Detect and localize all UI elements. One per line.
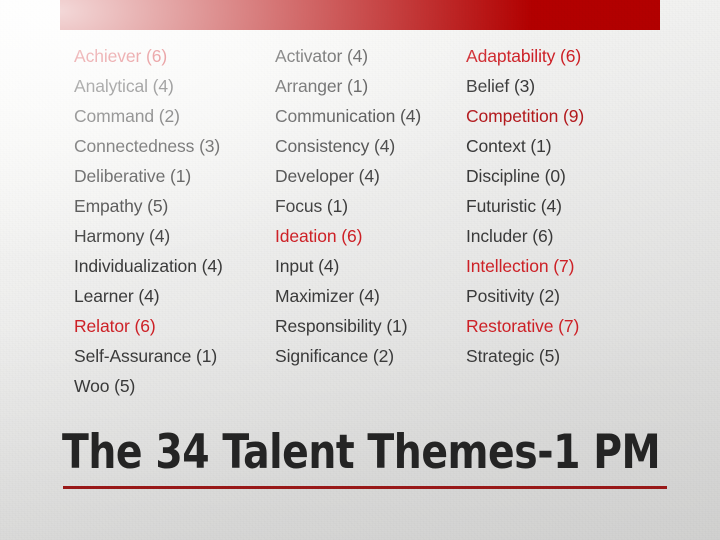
talent-theme-item: Positivity (2) — [466, 286, 560, 306]
talent-theme-item: Maximizer (4) — [275, 286, 380, 306]
talent-theme-item: Intellection (7) — [466, 256, 575, 276]
talent-theme-item: Analytical (4) — [74, 76, 174, 96]
talent-theme-item: Achiever (6) — [74, 46, 168, 66]
talent-theme-column-1: Achiever (6) Analytical (4) Command (2) Con… — [74, 41, 274, 401]
talent-theme-item: Command (2) — [74, 106, 180, 126]
talent-theme-item: Individualization (4) — [74, 256, 223, 276]
talent-theme-item: Context (1) — [466, 136, 552, 156]
talent-theme-item: Discipline (0) — [466, 166, 566, 186]
talent-theme-item: Activator (4) — [275, 46, 369, 66]
talent-theme-item: Input (4) — [275, 256, 340, 276]
talent-theme-item: Adaptability (6) — [466, 46, 582, 66]
talent-theme-item: Communication (4) — [275, 106, 422, 126]
talent-theme-item: Focus (1) — [275, 196, 349, 216]
talent-theme-item: Strategic (5) — [466, 346, 561, 366]
talent-theme-item: Restorative (7) — [466, 316, 580, 336]
talent-theme-item: Futuristic (4) — [466, 196, 562, 216]
slide: Achiever (6) Analytical (4) Command (2) Con… — [0, 0, 720, 540]
slide-title-wrap: The 34 Talent Themes-1 PM — [62, 424, 668, 482]
talent-theme-item: Deliberative (1) — [74, 166, 192, 186]
talent-theme-item: Includer (6) — [466, 226, 554, 246]
talent-theme-column-3: Adaptability (6) Belief (3) Competition (9… — [466, 41, 671, 371]
accent-bar-top — [60, 0, 660, 30]
talent-theme-item: Self-Assurance (1) — [74, 346, 218, 366]
talent-theme-item: Responsibility (1) — [275, 316, 408, 336]
talent-theme-item: Learner (4) — [74, 286, 160, 306]
talent-theme-item: Arranger (1) — [275, 76, 369, 96]
talent-theme-item: Harmony (4) — [74, 226, 171, 246]
talent-theme-item: Woo (5) — [74, 376, 136, 396]
talent-theme-column-2: Activator (4) Arranger (1) Communication (… — [275, 41, 465, 371]
talent-theme-item: Connectedness (3) — [74, 136, 221, 156]
talent-theme-item: Developer (4) — [275, 166, 380, 186]
talent-theme-item: Consistency (4) — [275, 136, 396, 156]
talent-theme-item: Significance (2) — [275, 346, 395, 366]
talent-theme-item: Belief (3) — [466, 76, 536, 96]
talent-theme-item: Empathy (5) — [74, 196, 169, 216]
slide-title: The 34 Talent Themes-1 PM — [62, 425, 661, 480]
talent-theme-item: Ideation (6) — [275, 226, 363, 246]
talent-theme-item: Competition (9) — [466, 106, 585, 126]
talent-theme-item: Relator (6) — [74, 316, 156, 336]
title-underline-rule — [63, 486, 667, 489]
